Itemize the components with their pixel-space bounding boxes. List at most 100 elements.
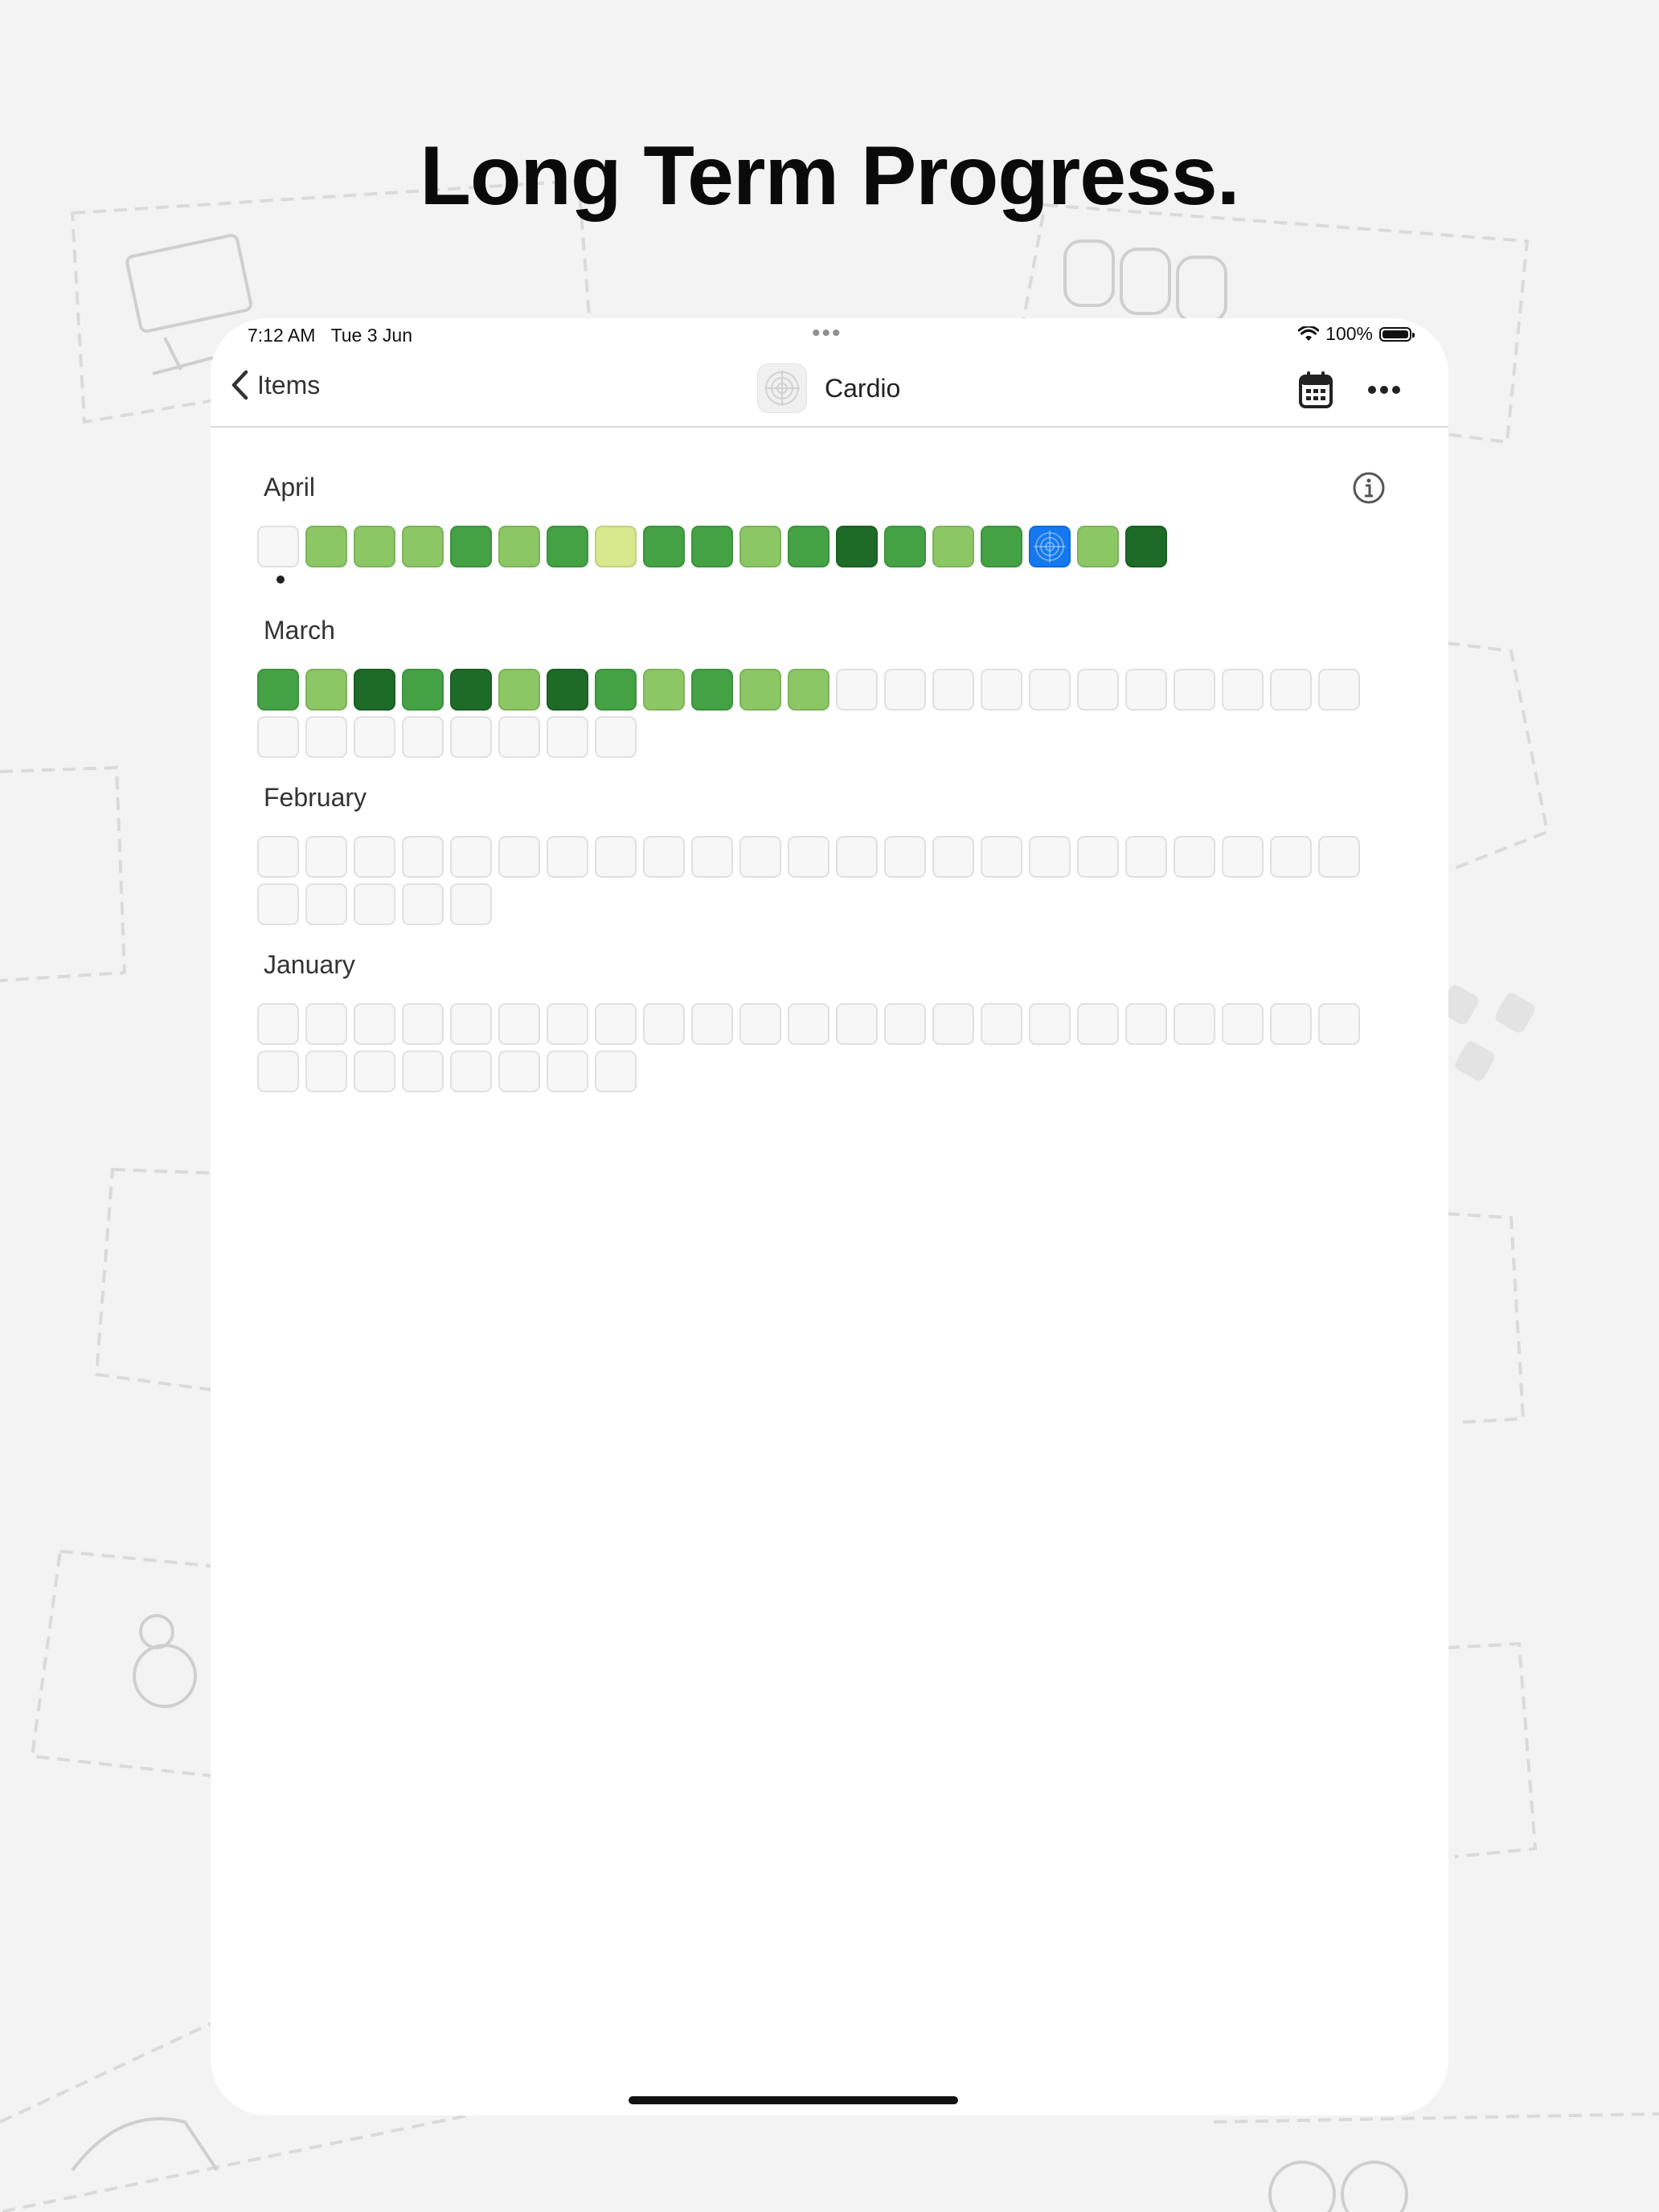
day-cell[interactable] bbox=[547, 669, 588, 711]
day-cell[interactable] bbox=[450, 669, 492, 711]
day-cell[interactable] bbox=[547, 836, 588, 878]
day-cell[interactable] bbox=[1077, 836, 1119, 878]
day-cell[interactable] bbox=[305, 526, 347, 567]
day-cell[interactable] bbox=[788, 526, 830, 567]
day-cell[interactable] bbox=[1029, 1003, 1071, 1045]
day-cell[interactable] bbox=[595, 1051, 637, 1092]
multitasking-dots-icon[interactable]: ••• bbox=[812, 320, 842, 347]
day-cell[interactable] bbox=[884, 836, 926, 878]
day-cell[interactable] bbox=[595, 1003, 637, 1045]
day-cell[interactable] bbox=[788, 836, 830, 878]
day-cell[interactable] bbox=[788, 669, 830, 711]
day-cell[interactable] bbox=[1222, 1003, 1264, 1045]
day-cell[interactable] bbox=[836, 526, 878, 567]
day-cell[interactable] bbox=[402, 836, 444, 878]
day-cell[interactable] bbox=[305, 883, 347, 925]
day-cell[interactable] bbox=[884, 1003, 926, 1045]
day-cell[interactable] bbox=[1077, 669, 1119, 711]
day-cell[interactable] bbox=[739, 1003, 781, 1045]
day-cell[interactable] bbox=[257, 836, 299, 878]
day-cell[interactable] bbox=[354, 526, 395, 567]
day-cell[interactable] bbox=[305, 1051, 347, 1092]
day-cell[interactable] bbox=[981, 669, 1022, 711]
day-cell[interactable] bbox=[354, 883, 395, 925]
day-cell[interactable] bbox=[498, 669, 540, 711]
day-cell[interactable] bbox=[884, 669, 926, 711]
day-cell[interactable] bbox=[1029, 836, 1071, 878]
day-cell[interactable] bbox=[932, 526, 974, 567]
day-cell[interactable] bbox=[402, 716, 444, 758]
day-cell[interactable] bbox=[498, 526, 540, 567]
day-cell[interactable] bbox=[547, 1003, 588, 1045]
day-cell[interactable] bbox=[836, 836, 878, 878]
day-cell[interactable] bbox=[1174, 1003, 1215, 1045]
day-cell[interactable] bbox=[1318, 836, 1360, 878]
day-cell[interactable] bbox=[1077, 1003, 1119, 1045]
day-cell[interactable] bbox=[739, 669, 781, 711]
day-cell[interactable] bbox=[498, 1051, 540, 1092]
day-cell[interactable] bbox=[402, 1003, 444, 1045]
day-cell[interactable] bbox=[1270, 836, 1312, 878]
day-cell[interactable] bbox=[450, 716, 492, 758]
day-cell[interactable] bbox=[981, 526, 1022, 567]
day-cell[interactable] bbox=[739, 526, 781, 567]
day-cell[interactable] bbox=[402, 1051, 444, 1092]
day-cell[interactable] bbox=[257, 669, 299, 711]
day-cell[interactable] bbox=[547, 1051, 588, 1092]
home-indicator[interactable] bbox=[629, 2096, 958, 2104]
day-cell[interactable] bbox=[932, 669, 974, 711]
day-cell[interactable] bbox=[450, 836, 492, 878]
day-cell[interactable] bbox=[643, 669, 685, 711]
day-cell[interactable] bbox=[643, 1003, 685, 1045]
day-cell[interactable] bbox=[450, 1051, 492, 1092]
day-cell[interactable] bbox=[305, 1003, 347, 1045]
calendar-icon[interactable] bbox=[1299, 371, 1333, 408]
day-cell[interactable] bbox=[1125, 526, 1167, 567]
day-cell[interactable] bbox=[354, 716, 395, 758]
day-cell[interactable] bbox=[402, 883, 444, 925]
day-cell[interactable] bbox=[691, 836, 733, 878]
day-cell[interactable] bbox=[450, 883, 492, 925]
day-cell[interactable] bbox=[643, 836, 685, 878]
day-cell[interactable] bbox=[1318, 669, 1360, 711]
day-cell[interactable] bbox=[1270, 1003, 1312, 1045]
back-button[interactable]: Items bbox=[230, 370, 320, 400]
info-icon[interactable] bbox=[1352, 471, 1386, 505]
day-cell[interactable] bbox=[691, 526, 733, 567]
day-cell[interactable] bbox=[450, 526, 492, 567]
day-cell[interactable] bbox=[354, 669, 395, 711]
day-cell[interactable] bbox=[402, 526, 444, 567]
day-cell[interactable] bbox=[595, 526, 637, 567]
day-cell[interactable] bbox=[1222, 836, 1264, 878]
day-cell[interactable] bbox=[1270, 669, 1312, 711]
day-cell[interactable] bbox=[836, 669, 878, 711]
day-cell[interactable] bbox=[1174, 669, 1215, 711]
day-cell[interactable] bbox=[305, 669, 347, 711]
day-cell[interactable] bbox=[450, 1003, 492, 1045]
day-cell[interactable] bbox=[643, 526, 685, 567]
day-cell[interactable] bbox=[547, 526, 588, 567]
day-cell[interactable] bbox=[595, 716, 637, 758]
day-cell[interactable] bbox=[498, 1003, 540, 1045]
day-cell[interactable] bbox=[932, 1003, 974, 1045]
day-cell[interactable] bbox=[257, 526, 299, 584]
day-cell[interactable] bbox=[788, 1003, 830, 1045]
day-cell[interactable] bbox=[739, 836, 781, 878]
day-cell[interactable] bbox=[257, 1003, 299, 1045]
day-cell[interactable] bbox=[402, 669, 444, 711]
day-cell[interactable] bbox=[691, 669, 733, 711]
day-cell[interactable] bbox=[932, 836, 974, 878]
day-cell[interactable] bbox=[1125, 1003, 1167, 1045]
ellipsis-icon[interactable] bbox=[1368, 385, 1400, 395]
day-cell[interactable] bbox=[1029, 669, 1071, 711]
day-cell[interactable] bbox=[305, 716, 347, 758]
day-cell[interactable] bbox=[257, 1051, 299, 1092]
day-cell[interactable] bbox=[354, 836, 395, 878]
day-cell[interactable] bbox=[498, 836, 540, 878]
day-cell[interactable] bbox=[1125, 669, 1167, 711]
day-cell[interactable] bbox=[1029, 526, 1071, 567]
day-cell[interactable] bbox=[691, 1003, 733, 1045]
day-cell[interactable] bbox=[981, 836, 1022, 878]
day-cell[interactable] bbox=[257, 883, 299, 925]
day-cell[interactable] bbox=[595, 669, 637, 711]
